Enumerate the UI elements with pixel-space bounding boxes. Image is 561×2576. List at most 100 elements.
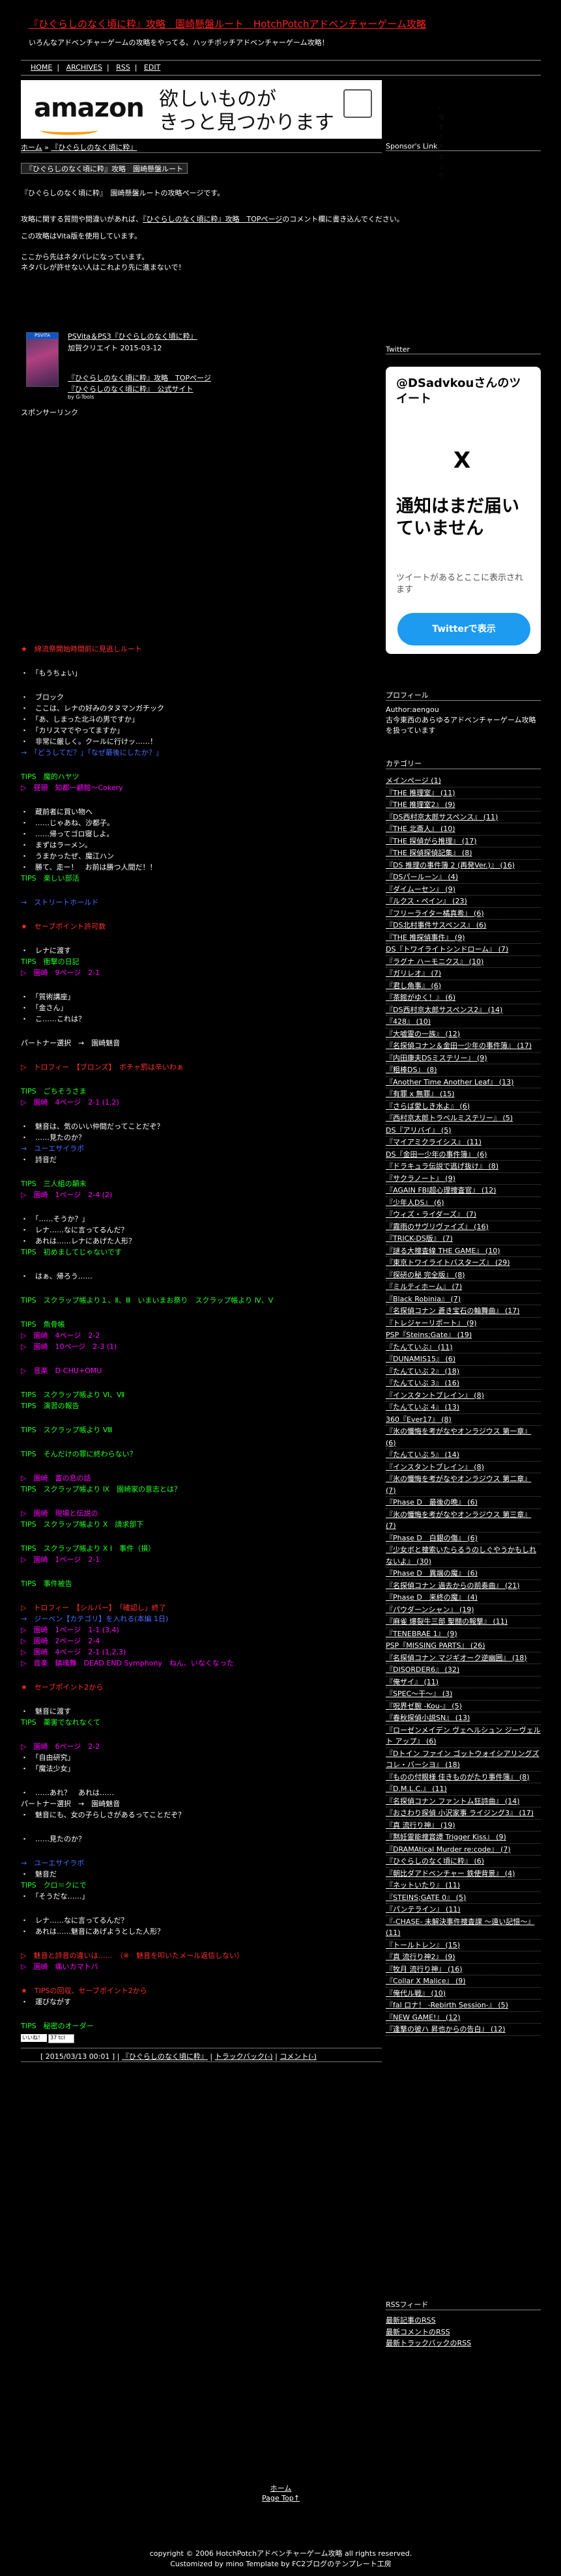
category-link[interactable]: 『THE 北斎人』 (10) [386, 825, 455, 833]
category-link[interactable]: 『名探偵コナン マジギオーク逆幽囲』 (18) [386, 1654, 527, 1662]
category-link[interactable]: 『名探偵コナン ファントム狂詩曲』 (14) [386, 1797, 520, 1805]
category-link[interactable]: PSP『MISSING PARTS』 (26) [386, 1641, 485, 1650]
product-link-top[interactable]: 『ひぐらしのなく頃に粋』攻略 TOPページ [68, 373, 211, 383]
category-link[interactable]: 『フリーライター橘真希』 (6) [386, 909, 484, 918]
category-link[interactable]: 『Phase D 白銀の傷』 (6) [386, 1534, 478, 1542]
category-link[interactable]: 『D.M.L.C.』 (11) [386, 1785, 447, 1793]
category-link[interactable]: 『TRICK-DS版』 (7) [386, 1234, 453, 1243]
category-link[interactable]: 『名探偵コナン 蒼き宝石の輪舞曲』 (17) [386, 1307, 520, 1315]
category-link[interactable]: 『fal ロナ！ -Rebirth Session-』 (5) [386, 2001, 508, 2009]
category-link[interactable]: 『ウィズ・ライダーズ』 (7) [386, 1210, 476, 1219]
category-link[interactable]: 『Dトイン ファイン ゴットウォイシアリングズコレ・バーシヨ』 (18) [386, 1749, 539, 1770]
category-link[interactable]: 『DRAMAtical Murder re:code』 (7) [386, 1845, 511, 1854]
category-link[interactable]: 『謎る大捜査線 THE GAME』 (10) [386, 1247, 500, 1255]
category-link[interactable]: 『たんていぶ 3』 (16) [386, 1379, 459, 1387]
category-link[interactable]: 『パンテライン』 (11) [386, 1905, 461, 1914]
category-link[interactable]: 『-CHASE- 未解決事件捜査課 ～遠い記憶～』 (11) [386, 1918, 534, 1938]
category-link[interactable]: 『THE 推理室』 (11) [386, 789, 455, 797]
category-link[interactable]: 『たんていぶ 4』 (13) [386, 1403, 459, 1411]
nav-rss[interactable]: RSS [116, 63, 130, 72]
category-link[interactable]: 『大嘘霊の一族』 (12) [386, 1030, 460, 1038]
category-link[interactable]: 『ドラキュラ伝説で逃げ抜け』 (8) [386, 1162, 498, 1170]
category-link[interactable]: 『逢撃の彼ハ 昇也からの告白』 (12) [386, 2025, 506, 2033]
category-link[interactable]: 『DS西村京太郎サスペンス』 (11) [386, 813, 498, 821]
category-link[interactable]: 『DS 推理の事件簿 2 (再発Ver.)』 (16) [386, 861, 515, 870]
nav-edit[interactable]: EDIT [144, 63, 160, 72]
category-link[interactable]: メインページ (1) [386, 776, 441, 785]
like-button[interactable]: いいね！ [21, 2034, 47, 2042]
page-top-link[interactable]: Page Top↑ [262, 2494, 300, 2502]
entry-category-link[interactable]: 『ひぐらしのなく頃に粋』 [122, 2052, 208, 2061]
category-link[interactable]: 『ダイムーセン』 (9) [386, 885, 455, 894]
category-link[interactable]: 『朝比ダアドベンチャー 鉄使背景』 (4) [386, 1869, 515, 1878]
category-link[interactable]: 『探研の秘 完全版』 (8) [386, 1271, 465, 1279]
category-link[interactable]: 『THE 推理室2』 (9) [386, 800, 455, 809]
category-link[interactable]: 『牧月 流行り神』 (16) [386, 1965, 463, 1974]
product-cover-image[interactable]: PSVITA [26, 332, 59, 387]
rss-comments-link[interactable]: 最新コメントのRSS [386, 2327, 541, 2338]
category-link[interactable]: 『トレジャーリポート』 (9) [386, 1319, 477, 1327]
category-link[interactable]: 『Phase D 異端の魔』 (6) [386, 1569, 478, 1578]
category-link[interactable]: 『Phase D 最後の晩』 (6) [386, 1498, 478, 1507]
category-link[interactable]: 『428』 (10) [386, 1017, 431, 1026]
category-link[interactable]: 『インスタントブレイン』 (8) [386, 1391, 484, 1400]
nav-archives[interactable]: ARCHIVES [66, 63, 102, 72]
category-link[interactable]: 『呪界ゼ腕 -Kou-』 (5) [386, 1702, 462, 1710]
category-link[interactable]: 『名探偵コナン 過去からの前奏曲』 (21) [386, 1581, 520, 1590]
category-link[interactable]: 『氷の懺悔を考がなやオンラジウス 第三章』 (7) [386, 1510, 531, 1531]
category-link[interactable]: 『茶館がゆく！』 (6) [386, 993, 455, 1002]
product-title-link[interactable]: PSVita＆PS3『ひぐらしのなく頃に粋』 [68, 331, 197, 341]
category-link[interactable]: 『さらば愛しき水よ』 (6) [386, 1102, 470, 1111]
category-link[interactable]: 『ラグナ ハーモニクス』 (10) [386, 957, 483, 966]
category-link[interactable]: 『氷の懺悔を考がなやオンラジウス 第一章』 (6) [386, 1427, 531, 1447]
category-link[interactable]: 360『Ever17』 (8) [386, 1415, 452, 1424]
rss-trackbacks-link[interactable]: 最新トラックバックのRSS [386, 2338, 541, 2349]
nav-home[interactable]: HOME [31, 63, 52, 72]
amazon-ad-banner[interactable]: amazon 欲しいものが きっと見つかります › 今すぐチェック [21, 80, 444, 180]
category-link[interactable]: 『有罪 x 無罪』 (15) [386, 1090, 455, 1098]
category-link[interactable]: 『ミルティホーム』 (7) [386, 1282, 462, 1291]
category-link[interactable]: 『俺代ル戦』 (10) [386, 1989, 446, 1998]
category-link[interactable]: 『ローゼンメイデン ヴェヘルシュン ジーヴェルト アップ』 (6) [386, 1726, 541, 1746]
category-link[interactable]: 『たんていぶ』 (11) [386, 1343, 453, 1352]
category-link[interactable]: 『トールトレン』 (15) [386, 1941, 460, 1949]
category-link[interactable]: 『おさわり探偵 小沢家事 ライジング3』 (17) [386, 1809, 534, 1817]
category-link[interactable]: 『西村京太郎トラベルミステリー』 (5) [386, 1114, 513, 1122]
category-link[interactable]: 『名探偵コナン＆金田一少年の事件簿』 (17) [386, 1041, 532, 1050]
top-page-link[interactable]: 『ひぐらしのなく頃に粋』攻略 TOPページ [143, 215, 282, 223]
category-link[interactable]: 『DISORDER6』 (32) [386, 1665, 459, 1674]
category-link[interactable]: 『ものの付眼様 佳きものがたり事件簿』 (8) [386, 1773, 530, 1781]
category-link[interactable]: 『DSパールーン』 (4) [386, 873, 458, 881]
category-link[interactable]: 『少年人DS』 (6) [386, 1198, 444, 1207]
category-link[interactable]: 『たんていぶ 2』 (18) [386, 1367, 459, 1376]
category-link[interactable]: 『真 流行り神』 (19) [386, 1821, 455, 1830]
comment-link[interactable]: コメント(-) [280, 2052, 317, 2061]
category-link[interactable]: 『マイアミクライシス』 (11) [386, 1138, 482, 1146]
category-link[interactable]: 『NEW GAME!』 (12) [386, 2013, 461, 2022]
category-link[interactable]: 『俺ザイ』 (11) [386, 1678, 439, 1686]
category-link[interactable]: 『ルクス・ペイン』 (23) [386, 897, 467, 905]
category-link[interactable]: 『たんていぶ 5』 (14) [386, 1451, 459, 1459]
view-on-twitter-button[interactable]: Twitterで表示 [397, 613, 530, 645]
footer-home-link[interactable]: ホーム [270, 2484, 292, 2493]
product-link-official[interactable]: 『ひぐらしのなく頃に粋』 公式サイト [68, 384, 194, 394]
category-link[interactable]: 『Phase D 来終の魔』 (4) [386, 1593, 478, 1602]
breadcrumb-home[interactable]: ホーム [21, 143, 42, 152]
category-link[interactable]: 『STEINS;GATE 0』 (5) [386, 1893, 466, 1902]
category-link[interactable]: 『麻雀 爆裂牛三部 聖闘の報撃』 (11) [386, 1617, 508, 1626]
category-link[interactable]: 『Another Time Another Leaf』 (13) [386, 1078, 513, 1086]
category-link[interactable]: DS『トワイライトシンドローム』 (7) [386, 945, 508, 954]
category-link[interactable]: 『THE 推探偵事件』 (9) [386, 933, 465, 942]
category-link[interactable]: 『DS西村京太郎サスペンス2』 (14) [386, 1006, 502, 1014]
category-link[interactable]: 『ひぐらしのなく頃に粋』 (6) [386, 1857, 484, 1865]
category-link[interactable]: 『インスタントブレイン』 (8) [386, 1463, 484, 1471]
category-link[interactable]: 『パウダーンシャン』 (19) [386, 1606, 474, 1614]
category-link[interactable]: 『DS北村事件サスペンス』 (6) [386, 921, 486, 929]
category-link[interactable]: 『サクラノート』 (9) [386, 1174, 455, 1183]
category-link[interactable]: 『THE 探偵探偵記集』 (8) [386, 849, 472, 857]
category-link[interactable]: 『少女ボと捜索いたらるうのしぐやうかもしれないよ』 (30) [386, 1546, 536, 1566]
category-link[interactable]: 『春秋探偵小説SN』 (13) [386, 1714, 470, 1722]
category-link[interactable]: 『黙妊霊能捜賞譚 Trigger Kiss』 (9) [386, 1833, 506, 1841]
category-link[interactable]: 『東京トワイライトバスターズ』 (29) [386, 1258, 510, 1267]
category-link[interactable]: 『霧雨のサヴリヴァイズ』 (16) [386, 1223, 489, 1231]
